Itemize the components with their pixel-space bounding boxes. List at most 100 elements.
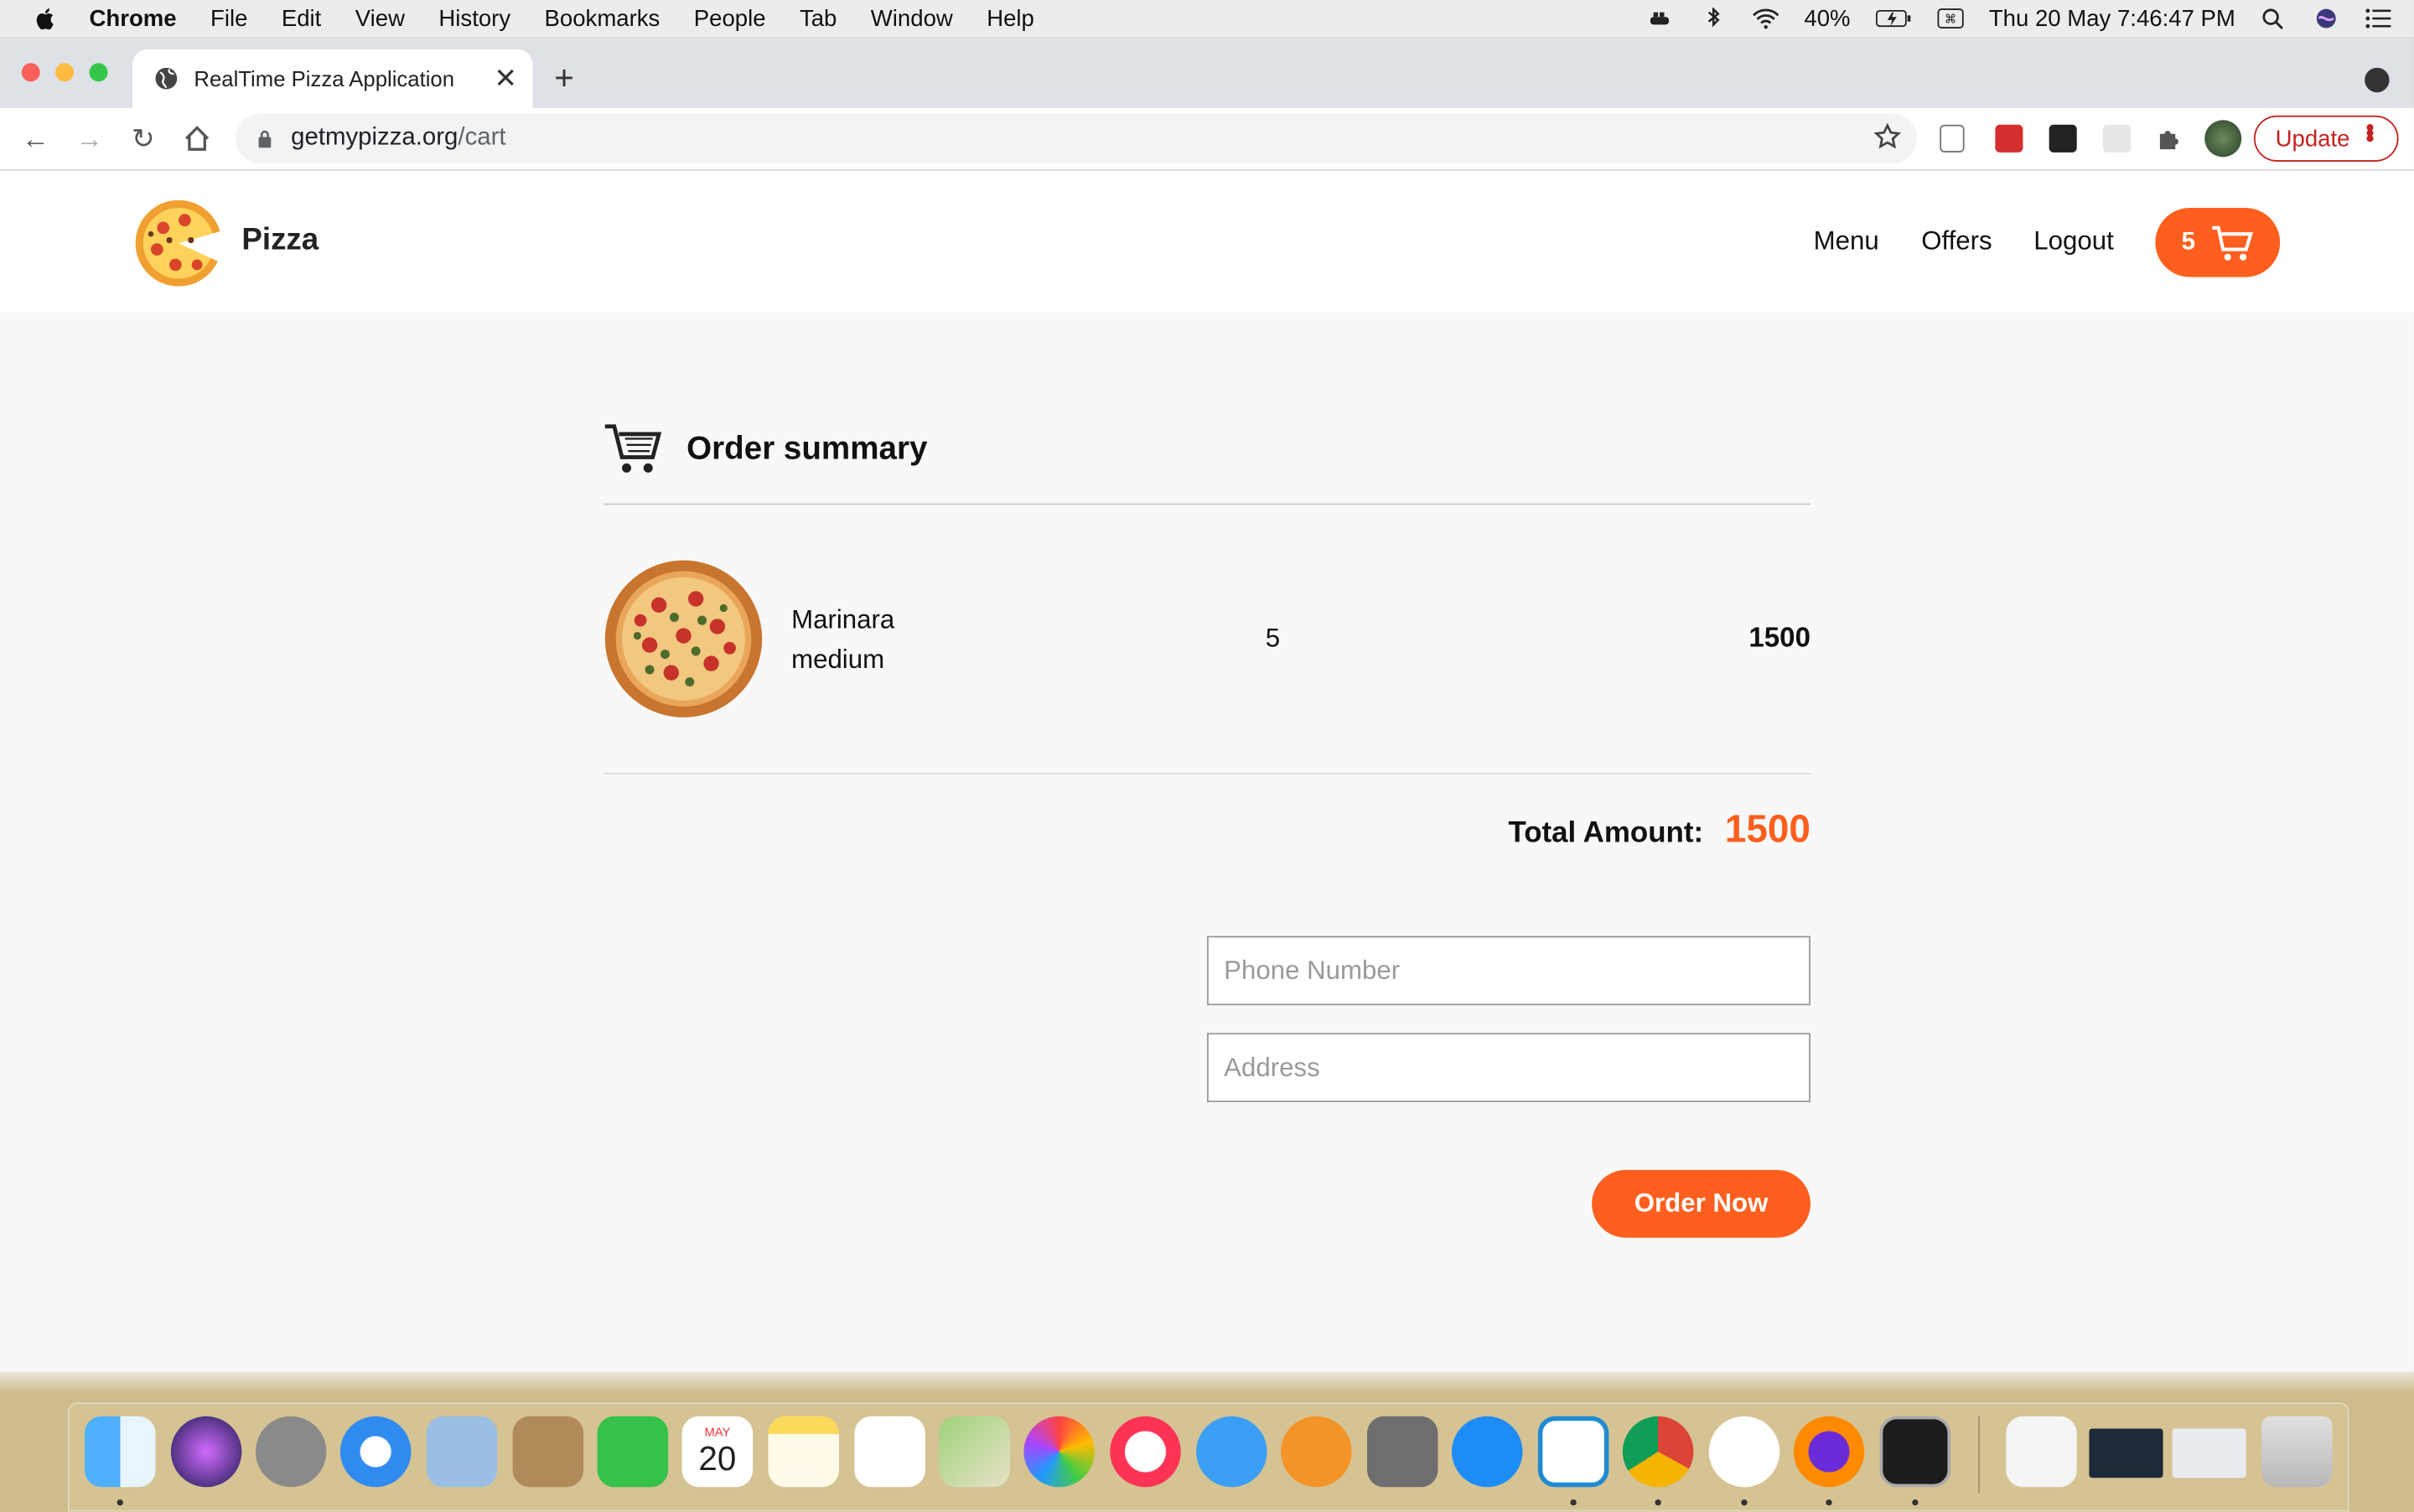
shopping-cart-icon: [2212, 225, 2253, 260]
pizza-item-image: [604, 560, 763, 717]
battery-icon[interactable]: [1875, 8, 1912, 29]
messages-icon[interactable]: [1196, 1416, 1267, 1488]
address-bar[interactable]: getmypizza.org/cart: [236, 113, 1917, 163]
calendar-day: 20: [698, 1438, 737, 1478]
menu-tab[interactable]: Tab: [800, 5, 837, 31]
tab-realtime-pizza[interactable]: RealTime Pizza Application ✕: [132, 49, 533, 108]
menu-bookmarks[interactable]: Bookmarks: [545, 5, 660, 31]
svg-text:⌘: ⌘: [1945, 13, 1957, 27]
extension-grid-icon[interactable]: [2102, 124, 2131, 153]
finder-icon[interactable]: [85, 1416, 156, 1488]
phone-number-field[interactable]: [1206, 935, 1810, 1006]
wifi-icon[interactable]: [1752, 8, 1779, 29]
notification-center-icon[interactable]: [2365, 8, 2392, 29]
bookmark-star-icon[interactable]: [1873, 122, 1902, 151]
close-tab-icon[interactable]: ✕: [494, 63, 517, 96]
profile-avatar[interactable]: [2204, 120, 2242, 158]
minimize-window-button[interactable]: [55, 63, 75, 82]
menu-people[interactable]: People: [694, 5, 766, 31]
home-button[interactable]: [182, 123, 213, 154]
docker-icon[interactable]: [1647, 8, 1675, 29]
photos-icon[interactable]: [1023, 1416, 1095, 1488]
web-page: Pizza Menu Offers Logout 5 Order summary: [0, 170, 2414, 1372]
menu-help[interactable]: Help: [987, 5, 1034, 31]
menu-window[interactable]: Window: [871, 5, 953, 31]
kebab-menu-icon[interactable]: •••: [2354, 123, 2381, 140]
maps-icon[interactable]: [939, 1416, 1010, 1488]
json-file-icon[interactable]: [2006, 1416, 2077, 1488]
launchpad-icon[interactable]: [255, 1416, 327, 1488]
cart-count-badge: 5: [2181, 228, 2195, 255]
apple-icon[interactable]: [34, 6, 58, 30]
window-preview-icon-2[interactable]: [2172, 1428, 2246, 1478]
item-price: 1500: [1748, 622, 1810, 653]
new-tab-button[interactable]: +: [554, 59, 574, 99]
safari-icon[interactable]: [339, 1416, 412, 1488]
menu-file[interactable]: File: [210, 5, 247, 31]
bluetooth-icon[interactable]: [1699, 8, 1727, 29]
cart-icon: [604, 424, 662, 473]
window-preview-icon[interactable]: [2089, 1428, 2163, 1478]
tab-search-icon[interactable]: [2365, 67, 2390, 93]
back-button[interactable]: ←: [20, 123, 51, 154]
forward-button[interactable]: →: [74, 123, 105, 154]
fullscreen-window-button[interactable]: [89, 63, 108, 82]
browser-tab-bar: RealTime Pizza Application ✕ +: [0, 37, 2414, 108]
extension-terminal-icon[interactable]: [2049, 124, 2077, 153]
running-indicator: [1570, 1499, 1577, 1506]
url-host: getmypizza.org: [291, 124, 458, 151]
total-amount: Total Amount: 1500: [1508, 808, 1810, 852]
running-indicator: [1826, 1499, 1832, 1506]
macos-dock: MAY 20: [67, 1402, 2349, 1512]
facetime-icon[interactable]: [597, 1416, 669, 1488]
reminders-icon[interactable]: [854, 1416, 925, 1488]
spotlight-search-icon[interactable]: [2260, 8, 2287, 29]
siri-icon[interactable]: [2313, 8, 2340, 29]
update-label: Update: [2275, 125, 2350, 152]
menu-view[interactable]: View: [355, 5, 405, 31]
chrome-icon[interactable]: [1622, 1416, 1694, 1488]
nav-logout-link[interactable]: Logout: [2033, 226, 2114, 257]
close-window-button[interactable]: [21, 63, 40, 82]
trash-icon[interactable]: [2261, 1416, 2333, 1488]
brand-name[interactable]: Pizza: [241, 223, 319, 258]
system-preferences-icon[interactable]: [1366, 1416, 1438, 1488]
app-store-icon[interactable]: [1452, 1416, 1523, 1488]
calendar-month: MAY: [704, 1424, 731, 1439]
extensions-puzzle-icon[interactable]: [2155, 125, 2183, 153]
menu-edit[interactable]: Edit: [282, 5, 321, 31]
address-field[interactable]: [1206, 1033, 1810, 1103]
menu-history[interactable]: History: [438, 5, 510, 31]
item-size: medium: [791, 645, 885, 675]
running-indicator: [1912, 1499, 1919, 1506]
notes-icon[interactable]: [768, 1416, 840, 1488]
books-icon[interactable]: [1281, 1416, 1352, 1488]
extension-flash-icon[interactable]: [1995, 124, 2023, 153]
itunes-icon[interactable]: [1110, 1416, 1181, 1488]
mongodb-compass-icon[interactable]: [1708, 1416, 1780, 1488]
chrome-update-button[interactable]: Update •••: [2253, 115, 2399, 162]
menubar-clock[interactable]: Thu 20 May 7:46:47 PM: [1989, 5, 2235, 31]
browser-toolbar: ← → ↻ getmypizza.org/cart Update •••: [0, 107, 2414, 171]
siri-icon[interactable]: [170, 1416, 242, 1488]
pizza-logo-icon[interactable]: [132, 197, 225, 289]
cart-button[interactable]: 5: [2155, 207, 2281, 277]
order-now-button[interactable]: Order Now: [1592, 1169, 1810, 1238]
keyboard-shortcut-icon[interactable]: ⌘: [1936, 8, 1964, 29]
vscode-icon[interactable]: [1537, 1416, 1609, 1488]
total-amount-label: Total Amount:: [1508, 817, 1704, 850]
contacts-icon[interactable]: [512, 1416, 584, 1488]
globe-icon: [155, 67, 178, 90]
mail-icon[interactable]: [426, 1416, 498, 1488]
order-summary-header: Order summary: [603, 417, 1810, 505]
lock-icon[interactable]: [257, 129, 272, 148]
nav-menu-link[interactable]: Menu: [1814, 226, 1879, 257]
extension-copy-icon[interactable]: [1940, 124, 1965, 153]
calendar-icon[interactable]: MAY 20: [681, 1416, 754, 1488]
reload-button[interactable]: ↻: [127, 123, 158, 154]
menu-app-chrome[interactable]: Chrome: [90, 5, 177, 31]
terminal-icon[interactable]: [1879, 1416, 1951, 1488]
dock-divider: [1978, 1416, 1980, 1494]
firefox-icon[interactable]: [1793, 1416, 1865, 1488]
nav-offers-link[interactable]: Offers: [1921, 226, 1992, 257]
